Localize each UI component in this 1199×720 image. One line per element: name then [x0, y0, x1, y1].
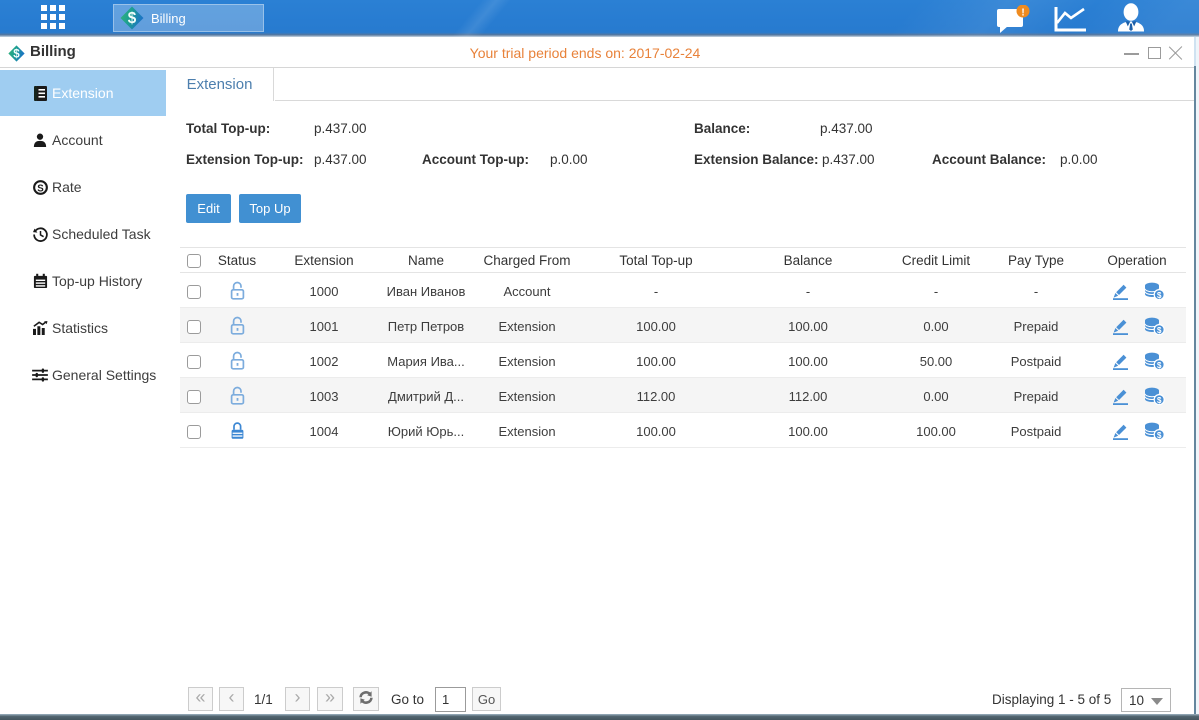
svg-text:$: $ — [128, 10, 137, 27]
svg-text:$: $ — [1157, 325, 1162, 334]
svg-text:S: S — [37, 183, 44, 194]
svg-text:$: $ — [1157, 360, 1162, 369]
svg-text:$: $ — [1157, 290, 1162, 299]
svg-text:$: $ — [1157, 430, 1162, 439]
svg-text:$: $ — [1157, 395, 1162, 404]
svg-text:!: ! — [1021, 8, 1024, 19]
